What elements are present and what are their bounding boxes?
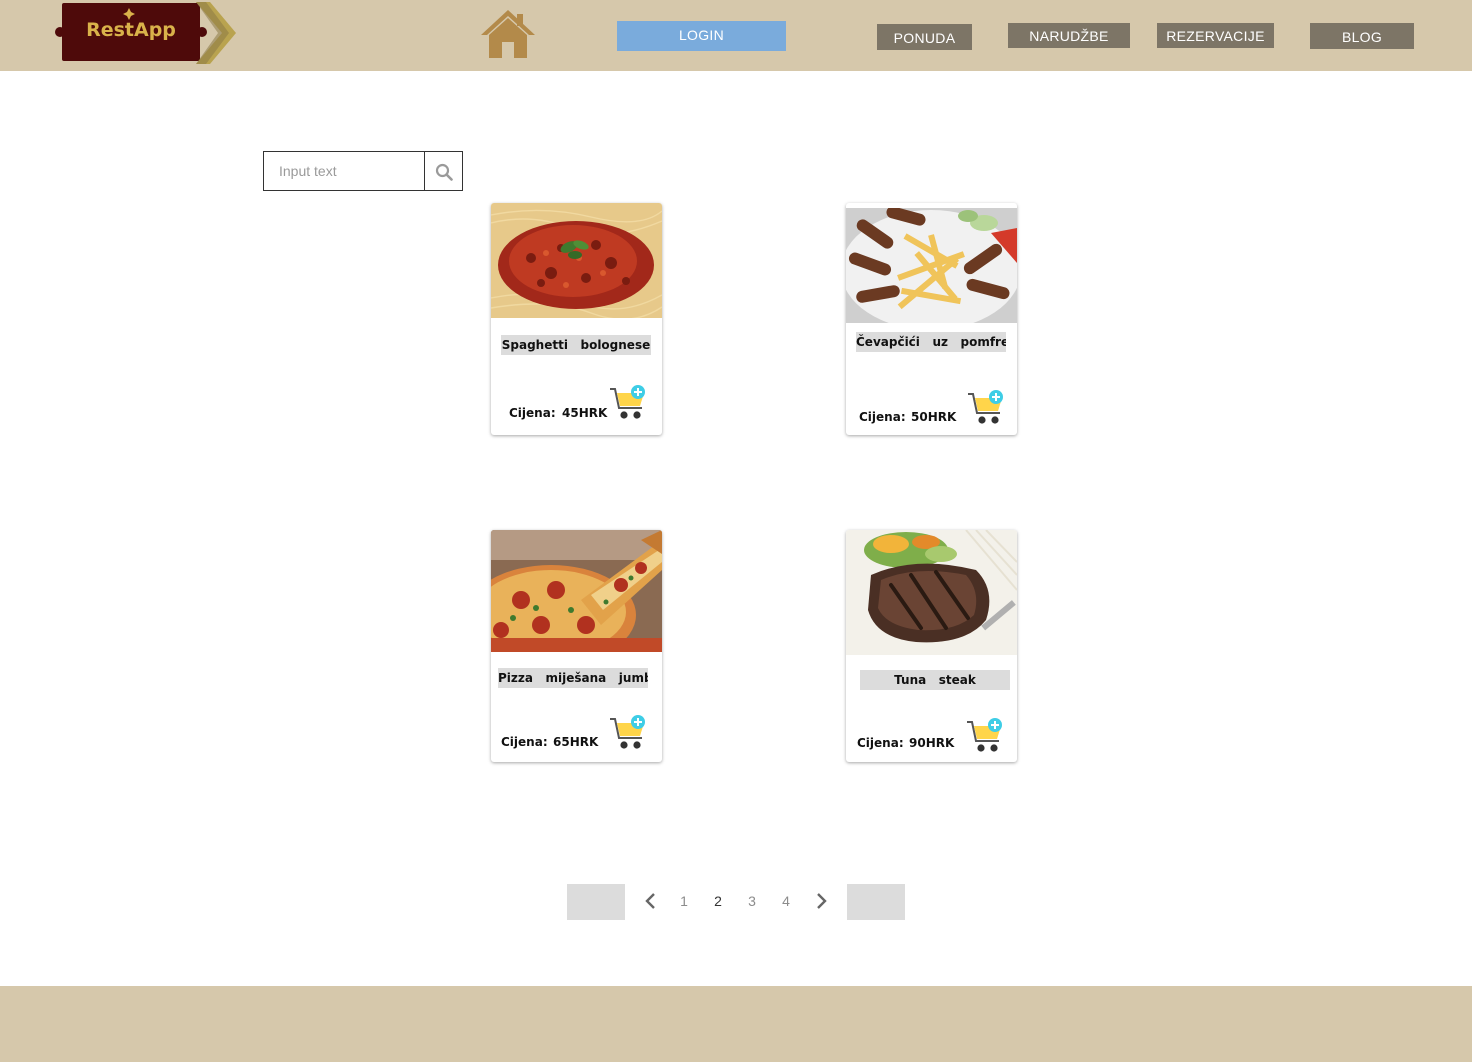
search-box <box>263 151 463 191</box>
price-value: 65HRK <box>553 735 599 749</box>
pagination-page-4[interactable]: 4 <box>776 893 796 909</box>
product-image-spaghetti <box>491 203 662 318</box>
search-input[interactable] <box>264 152 424 190</box>
header: RestApp LOGIN PONUDA NARUDŽBE REZERVACIJ… <box>0 0 1472 71</box>
pagination-page-2[interactable]: 2 <box>708 893 728 909</box>
chevron-left-icon[interactable] <box>643 891 659 911</box>
price-value: 90HRK <box>909 736 955 750</box>
cart-add-icon[interactable] <box>966 717 1006 755</box>
price-label: Cijena: <box>501 735 548 749</box>
chevron-right-icon[interactable] <box>813 891 829 911</box>
logo-text: RestApp <box>86 19 176 41</box>
product-card[interactable]: Tuna steak Cijena: 90HRK <box>846 530 1017 762</box>
price-value: 45HRK <box>562 406 608 420</box>
price-label: Cijena: <box>509 406 556 420</box>
price-label: Cijena: <box>857 736 904 750</box>
logo[interactable]: RestApp <box>55 2 237 64</box>
cart-add-icon[interactable] <box>609 384 649 422</box>
pagination-last-button[interactable] <box>847 884 905 920</box>
nav-rezervacije-button[interactable]: REZERVACIJE <box>1157 23 1274 48</box>
price-value: 50HRK <box>911 410 957 424</box>
nav-narudzbe-button[interactable]: NARUDŽBE <box>1008 23 1130 48</box>
product-image-cevapcici <box>846 208 1017 323</box>
product-card[interactable]: Spaghetti bolognese Cijena: 45HRK <box>491 203 662 435</box>
page: RestApp LOGIN PONUDA NARUDŽBE REZERVACIJ… <box>0 0 1472 1062</box>
product-name: Čevapčići uz pomfree <box>856 332 1006 352</box>
product-card[interactable]: Pizza miješana jumbo Cijena: 65HRK <box>491 530 662 762</box>
nav-ponuda-button[interactable]: PONUDA <box>877 24 972 50</box>
logo-chevron-icon <box>196 2 236 64</box>
product-name: Spaghetti bolognese <box>501 335 651 355</box>
pagination-page-1[interactable]: 1 <box>674 893 694 909</box>
nav-blog-button[interactable]: BLOG <box>1310 23 1414 49</box>
cart-add-icon[interactable] <box>609 714 649 752</box>
search-icon <box>435 163 453 181</box>
home-icon[interactable] <box>479 8 537 60</box>
product-name: Pizza miješana jumbo <box>498 668 648 688</box>
price-label: Cijena: <box>859 410 906 424</box>
footer <box>0 986 1472 1062</box>
pagination-first-button[interactable] <box>567 884 625 920</box>
pagination-page-3[interactable]: 3 <box>742 893 762 909</box>
product-card[interactable]: Čevapčići uz pomfree Cijena: 50HRK <box>846 203 1017 435</box>
product-image-tuna-steak <box>846 530 1017 655</box>
login-button[interactable]: LOGIN <box>617 21 786 51</box>
product-name: Tuna steak <box>860 670 1010 690</box>
cart-add-icon[interactable] <box>967 389 1007 427</box>
search-button[interactable] <box>424 152 462 190</box>
product-image-pizza <box>491 530 662 652</box>
